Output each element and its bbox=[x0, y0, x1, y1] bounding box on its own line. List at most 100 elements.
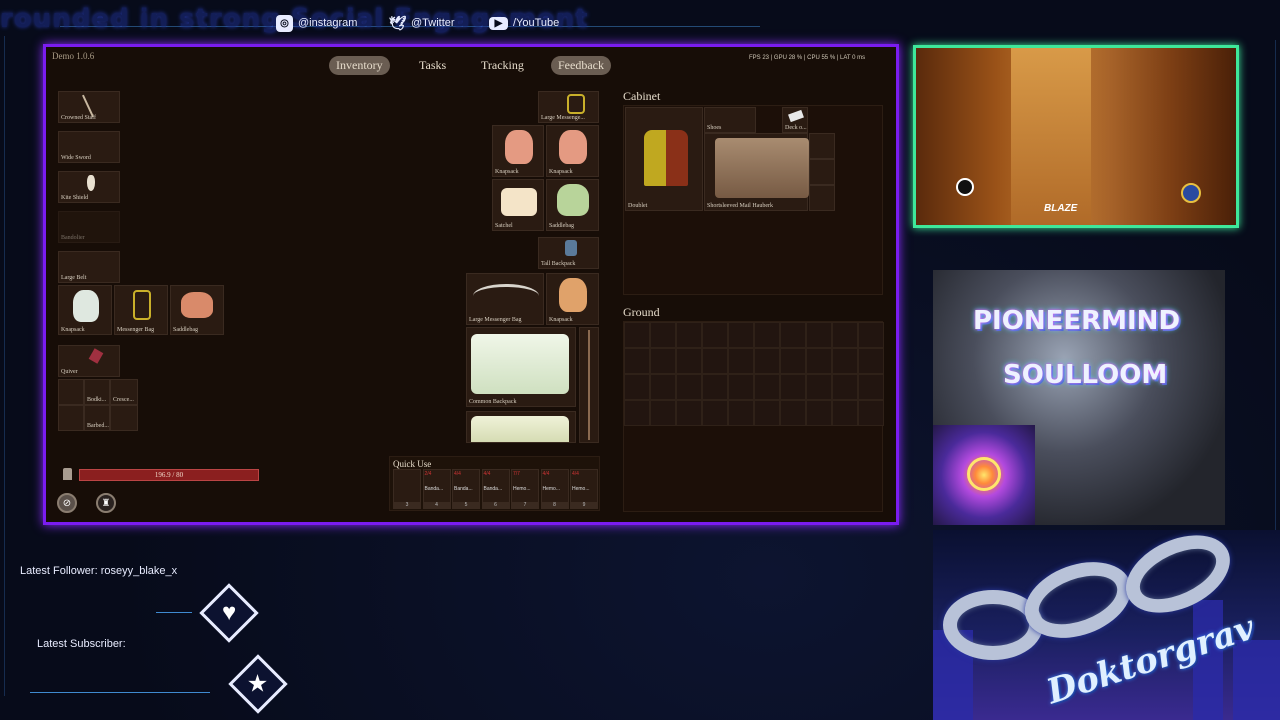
ground-slot[interactable] bbox=[728, 322, 754, 348]
ground-slot[interactable] bbox=[832, 322, 858, 348]
cabinet-item-deck[interactable]: Deck o... bbox=[782, 107, 808, 133]
game-version: Demo 1.0.6 bbox=[52, 51, 95, 61]
container-tall-backpack[interactable]: Tall Backpack bbox=[538, 237, 599, 269]
ground-slot[interactable] bbox=[676, 322, 702, 348]
ground-slot[interactable] bbox=[780, 348, 806, 374]
belt-item-saddlebag[interactable]: Saddlebag bbox=[170, 285, 224, 335]
ground-slot[interactable] bbox=[754, 400, 780, 426]
ground-slot[interactable] bbox=[728, 400, 754, 426]
ground-slot[interactable] bbox=[806, 322, 832, 348]
ground-slot[interactable] bbox=[702, 348, 728, 374]
ground-slot[interactable] bbox=[832, 400, 858, 426]
ground-slot[interactable] bbox=[702, 322, 728, 348]
ground-slot[interactable] bbox=[858, 374, 884, 400]
ground-slot[interactable] bbox=[728, 374, 754, 400]
ground-slot[interactable] bbox=[676, 400, 702, 426]
tab-feedback[interactable]: Feedback bbox=[551, 56, 611, 75]
equip-slot-quiver[interactable]: Quiver bbox=[58, 345, 120, 377]
armor-icon: ♜ bbox=[101, 497, 111, 509]
ground-slot[interactable] bbox=[858, 400, 884, 426]
ground-slot[interactable] bbox=[832, 374, 858, 400]
ground-slot[interactable] bbox=[780, 400, 806, 426]
ground-slot[interactable] bbox=[624, 374, 650, 400]
ground-slot[interactable] bbox=[780, 374, 806, 400]
latest-follower: Latest Follower: roseyy_blake_x bbox=[20, 565, 177, 577]
quiver-item-crescent[interactable]: Cresce... bbox=[110, 379, 138, 405]
ground-slot[interactable] bbox=[858, 348, 884, 374]
character-button[interactable]: ♜ bbox=[96, 493, 116, 513]
cabinet-item-hauberk[interactable]: Shortsleeved Mail Hauberk bbox=[704, 133, 809, 211]
ground-slot[interactable] bbox=[780, 322, 806, 348]
ground-slot[interactable] bbox=[832, 348, 858, 374]
cabinet-item-shoes[interactable]: Shoes bbox=[704, 107, 756, 133]
equip-slot-staff[interactable]: Crowned Staff bbox=[58, 91, 120, 123]
ground-slot[interactable] bbox=[728, 348, 754, 374]
quick-use-slot[interactable]: 2/4 Banda... 4 bbox=[422, 469, 451, 509]
ground-slot[interactable] bbox=[676, 374, 702, 400]
quiver-item-barbed[interactable]: Barbed... bbox=[84, 405, 110, 431]
container-large-messenger-bag[interactable]: Large Messenger Bag bbox=[466, 273, 544, 325]
ground-slot[interactable] bbox=[624, 400, 650, 426]
quick-use-key: 3 bbox=[394, 502, 420, 508]
ground-slot[interactable] bbox=[754, 348, 780, 374]
container-scroll-strip[interactable] bbox=[579, 327, 599, 443]
quick-use-slot[interactable]: 4/4 Hemo... 9 bbox=[570, 469, 598, 509]
quiver-slot-empty-3[interactable] bbox=[110, 405, 138, 431]
belt-item-messenger-bag[interactable]: Messenger Bag bbox=[114, 285, 168, 335]
cabinet-item-doublet[interactable]: Doublet bbox=[625, 107, 703, 211]
ground-slot[interactable] bbox=[754, 322, 780, 348]
ground-slot[interactable] bbox=[702, 374, 728, 400]
container-saddlebag[interactable]: Saddlebag bbox=[546, 179, 599, 231]
cabinet-slot-empty-2[interactable] bbox=[809, 159, 835, 185]
ground-slot[interactable] bbox=[650, 374, 676, 400]
backpack-icon bbox=[471, 416, 569, 442]
tab-tracking[interactable]: Tracking bbox=[474, 56, 531, 75]
ground-slot[interactable] bbox=[624, 348, 650, 374]
quiver-slot-empty-2[interactable] bbox=[58, 405, 84, 431]
container-common-backpack[interactable]: Common Backpack bbox=[466, 327, 576, 407]
cabinet-slot-empty-3[interactable] bbox=[809, 185, 835, 211]
container-knapsack-1[interactable]: Knapsack bbox=[492, 125, 544, 177]
tab-inventory[interactable]: Inventory bbox=[329, 56, 390, 75]
ground-slot[interactable] bbox=[650, 322, 676, 348]
quiver-slot-empty[interactable] bbox=[58, 379, 84, 405]
quick-use-slot[interactable]: 4/4 Hemo... 8 bbox=[540, 469, 569, 509]
equip-slot-sword[interactable]: Wide Sword bbox=[58, 131, 120, 163]
equip-slot-bandolier[interactable]: Bandolier bbox=[58, 211, 120, 243]
map-button[interactable]: ⊘ bbox=[57, 493, 77, 513]
quick-use-slot[interactable]: 3 bbox=[393, 469, 421, 509]
ground-slot[interactable] bbox=[754, 374, 780, 400]
container-knapsack-2[interactable]: Knapsack bbox=[546, 125, 599, 177]
belt-item-knapsack[interactable]: Knapsack bbox=[58, 285, 112, 335]
cabinet-slot-empty[interactable] bbox=[809, 133, 835, 159]
quick-use-slot[interactable]: 4/4 Banda... 5 bbox=[452, 469, 480, 509]
ground-slot[interactable] bbox=[806, 348, 832, 374]
ground-slot[interactable] bbox=[624, 322, 650, 348]
ground-slot[interactable] bbox=[806, 374, 832, 400]
quick-use-slot[interactable]: 7/7 Hemo... 7 bbox=[511, 469, 539, 509]
item-label: Large Belt bbox=[61, 275, 87, 281]
scrollbar-thumb[interactable] bbox=[588, 330, 590, 440]
ground-slot[interactable] bbox=[650, 400, 676, 426]
ground-slot[interactable] bbox=[650, 348, 676, 374]
ground-slot[interactable] bbox=[702, 400, 728, 426]
container-knapsack-3[interactable]: Knapsack bbox=[546, 273, 599, 325]
quick-use-count: 4/4 bbox=[572, 471, 579, 477]
equip-slot-belt[interactable]: Large Belt bbox=[58, 251, 120, 283]
quiver-item-bodkin[interactable]: Bodki... bbox=[84, 379, 110, 405]
quick-use-slot[interactable]: 4/4 Banda... 6 bbox=[481, 469, 510, 509]
tab-tasks[interactable]: Tasks bbox=[412, 56, 453, 75]
item-label: Bandolier bbox=[61, 235, 85, 241]
star-icon: ★ bbox=[247, 670, 269, 698]
ground-slot[interactable] bbox=[858, 322, 884, 348]
container-large-messenger[interactable]: Large Messenge... bbox=[538, 91, 599, 123]
ground-slot[interactable] bbox=[676, 348, 702, 374]
weight-icon bbox=[63, 468, 72, 480]
hauberk-icon bbox=[715, 138, 809, 198]
container-satchel[interactable]: Satchel bbox=[492, 179, 544, 231]
common-backpack-icon bbox=[471, 334, 569, 394]
container-backpack-partial[interactable] bbox=[466, 411, 576, 443]
item-label: Barbed... bbox=[87, 423, 109, 429]
equip-slot-shield[interactable]: Kite Shield bbox=[58, 171, 120, 203]
ground-slot[interactable] bbox=[806, 400, 832, 426]
